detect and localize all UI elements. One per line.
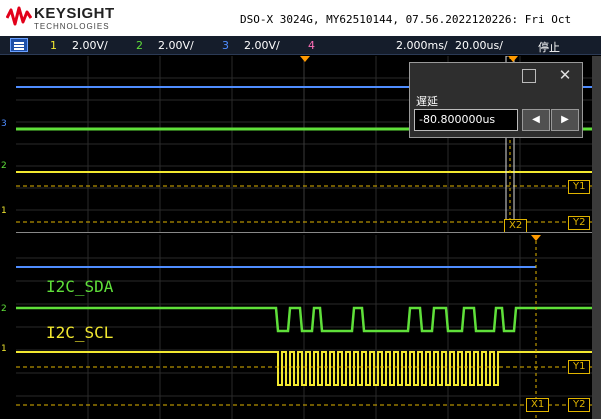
channel-markers-strip: 3 2 1 2 1 <box>0 56 16 419</box>
trigger-marker-icon <box>300 56 310 62</box>
channel-bar: 1 2.00V/ 2 2.00V/ 3 2.00V/ 4 2.000ms/ 20.00… <box>0 36 601 55</box>
channel-1-indicator[interactable]: 1 2.00V/ <box>50 39 108 52</box>
channel-3-indicator[interactable]: 3 2.00V/ <box>222 39 280 52</box>
title-bar: KEYSIGHT TECHNOLOGIES DSO-X 3024G, MY625… <box>0 0 601 36</box>
device-info: DSO-X 3024G, MY62510144, 07.56.202212022… <box>240 13 572 26</box>
close-icon[interactable]: ✕ <box>555 65 575 85</box>
channel-2-indicator[interactable]: 2 2.00V/ <box>136 39 194 52</box>
cursor-y2-zoom-tag[interactable]: Y2 <box>568 398 591 412</box>
ch2-marker: 2 <box>1 161 7 171</box>
brand-subtitle: TECHNOLOGIES <box>34 22 110 31</box>
keysight-logo-icon <box>6 6 32 26</box>
run-state[interactable]: 停止 <box>538 39 560 55</box>
arrow-right-icon[interactable]: ▶ <box>551 109 579 131</box>
cursor-x2-tag[interactable]: X2 <box>504 219 528 232</box>
delay-popup: ✕ 遅延 -80.800000us ◀ ▶ <box>409 62 583 138</box>
popup-title: 遅延 <box>416 95 438 108</box>
trigger-zoom-marker-icon <box>531 235 541 241</box>
delay-value-field[interactable]: -80.800000us <box>414 109 518 131</box>
sda-label: I2C_SDA <box>46 277 114 296</box>
document-icon[interactable] <box>522 69 536 83</box>
scl-label: I2C_SCL <box>46 323 114 342</box>
ch1-marker: 1 <box>1 206 7 216</box>
cursor-x1-tag[interactable]: X1 <box>526 398 550 412</box>
cursor-y1-zoom-tag[interactable]: Y1 <box>568 360 591 374</box>
zoom-time-scale[interactable]: 20.00us/ <box>455 39 503 52</box>
menu-icon[interactable] <box>10 38 28 52</box>
brand-name: KEYSIGHT <box>34 5 115 22</box>
zoom-waveform-area[interactable]: I2C_SDA I2C_SCL Y1 Y2 X1 <box>16 235 592 419</box>
ch2-marker-lower: 2 <box>1 304 7 314</box>
ch1-marker-lower: 1 <box>1 344 7 354</box>
cursor-y2-tag[interactable]: Y2 <box>568 216 591 230</box>
ch3-marker: 3 <box>1 119 7 129</box>
arrow-left-icon[interactable]: ◀ <box>522 109 550 131</box>
scroll-edge <box>592 56 601 419</box>
cursor-y1-tag[interactable]: Y1 <box>568 180 591 194</box>
time-scale[interactable]: 2.000ms/ <box>396 39 448 52</box>
channel-4-indicator[interactable]: 4 <box>308 39 330 52</box>
